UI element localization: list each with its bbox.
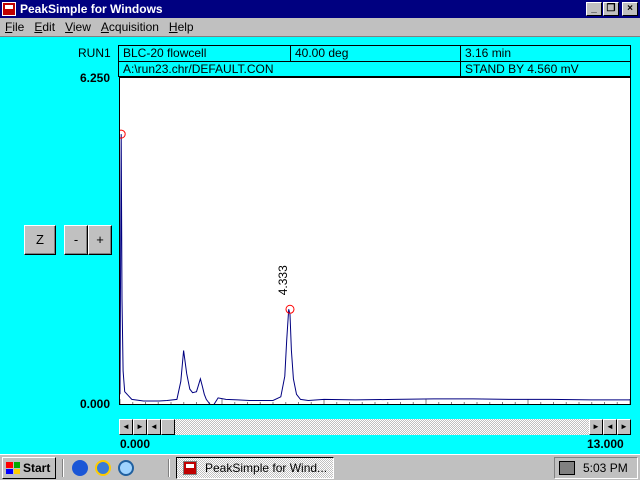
- minimize-button[interactable]: _: [586, 2, 602, 16]
- outlook-express-icon[interactable]: [95, 460, 111, 476]
- taskbar-task-label: PeakSimple for Wind...: [205, 461, 328, 475]
- file-cell: A:\run23.chr/DEFAULT.CON: [119, 62, 461, 78]
- chromatogram-svg: 4.333: [120, 129, 630, 404]
- temperature-cell: 40.00 deg: [291, 46, 461, 62]
- x-axis-max: 13.000: [587, 437, 624, 451]
- taskbar-peaksimple[interactable]: PeakSimple for Wind...: [176, 457, 334, 479]
- clock[interactable]: 5:03 PM: [583, 461, 628, 475]
- scroll-right-arrow-2[interactable]: ►: [589, 419, 603, 435]
- scroll-left-arrow-2[interactable]: ◄: [147, 419, 161, 435]
- menu-view[interactable]: View: [60, 20, 96, 34]
- scroll-left-arrow-3[interactable]: ◄: [603, 419, 617, 435]
- system-tray: 5:03 PM: [554, 457, 638, 479]
- peak-label: 4.333: [276, 265, 290, 295]
- menu-acquisition[interactable]: Acquisition: [96, 20, 164, 34]
- zoom-out-button[interactable]: -: [64, 225, 88, 255]
- channels-icon[interactable]: [118, 460, 134, 476]
- zoom-in-button[interactable]: +: [88, 225, 112, 255]
- detector-cell: BLC-20 flowcell: [119, 46, 291, 62]
- chromatogram-plot[interactable]: 4.333: [119, 77, 631, 405]
- close-button[interactable]: ×: [622, 2, 638, 16]
- taskbar-separator: [62, 459, 64, 477]
- run-label: RUN1: [78, 46, 111, 60]
- taskbar: Start PeakSimple for Wind... 5:03 PM: [0, 454, 640, 480]
- y-axis-max: 6.250: [80, 71, 111, 85]
- peaksimple-icon: [183, 461, 197, 475]
- app-icon[interactable]: [2, 2, 16, 16]
- window-title: PeakSimple for Windows: [20, 2, 163, 16]
- start-button[interactable]: Start: [2, 457, 56, 479]
- menu-file[interactable]: File: [0, 20, 29, 34]
- time-scrollbar[interactable]: ◄ ► ◄ ► ◄ ►: [119, 419, 631, 435]
- peak-marker: [285, 304, 295, 314]
- title-bar: PeakSimple for Windows _ ❐ ×: [0, 0, 640, 18]
- restore-button[interactable]: ❐: [603, 2, 619, 16]
- taskbar-separator: [168, 459, 170, 477]
- status-cell: STAND BY 4.560 mV: [465, 62, 579, 76]
- scroll-thumb[interactable]: [161, 419, 175, 435]
- time-cell: 3.16 min: [461, 46, 630, 62]
- tray-monitor-icon[interactable]: [559, 461, 575, 475]
- menu-edit[interactable]: Edit: [29, 20, 60, 34]
- chromatogram-trace: [120, 134, 630, 404]
- run-info-grid: BLC-20 flowcell 40.00 deg 3.16 min A:\ru…: [118, 45, 631, 78]
- start-label: Start: [23, 461, 51, 475]
- windows-logo-icon: [6, 462, 20, 474]
- menu-help[interactable]: Help: [164, 20, 199, 34]
- internet-explorer-icon[interactable]: [72, 460, 88, 476]
- zoom-button[interactable]: Z: [24, 225, 56, 255]
- scroll-left-arrow-1[interactable]: ◄: [119, 419, 133, 435]
- y-axis-min: 0.000: [80, 397, 111, 411]
- x-axis-min: 0.000: [120, 437, 151, 451]
- scroll-right-arrow-1[interactable]: ►: [133, 419, 147, 435]
- menu-bar: File Edit View Acquisition Help: [0, 18, 640, 37]
- scroll-right-arrow-3[interactable]: ►: [617, 419, 631, 435]
